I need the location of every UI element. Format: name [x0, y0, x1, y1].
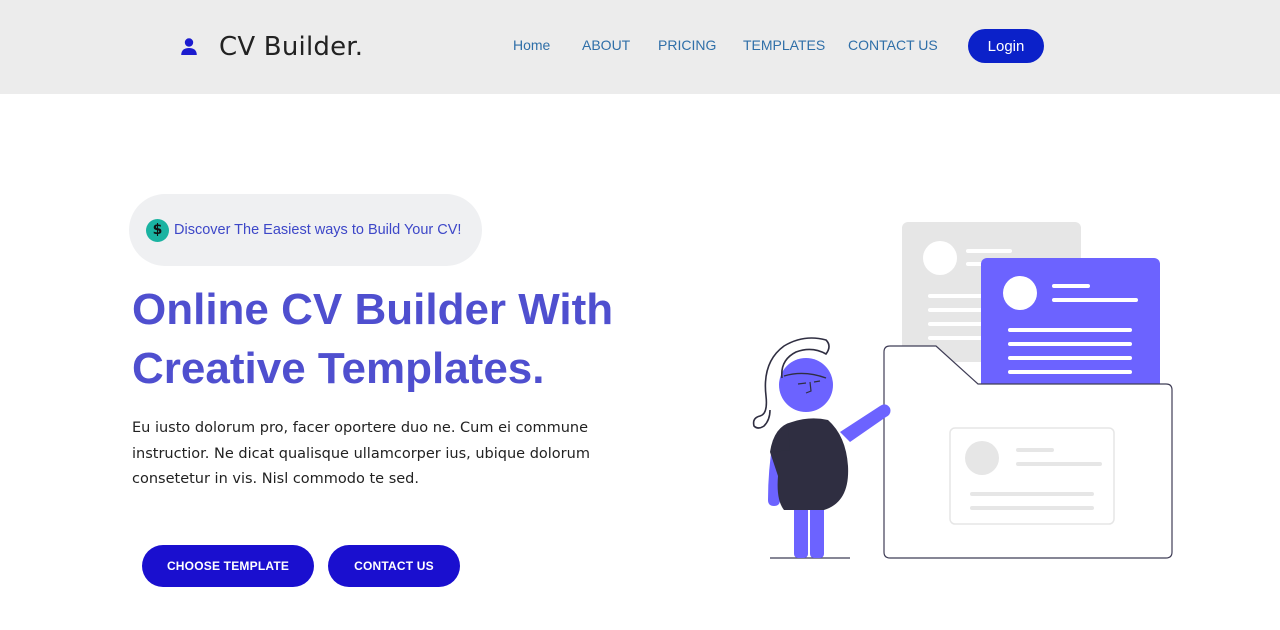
nav-about[interactable]: ABOUT	[582, 37, 630, 53]
brand-logo[interactable]: CV Builder.	[178, 30, 363, 64]
brand-name: CV Builder.	[219, 32, 364, 62]
person-figure	[752, 337, 891, 559]
hero-description: Eu iusto dolorum pro, facer oportere duo…	[132, 420, 590, 487]
top-navbar: CV Builder. Home ABOUT PRICING TEMPLATES…	[0, 0, 1280, 94]
nav-templates[interactable]: TEMPLATES	[743, 37, 825, 53]
nav-home[interactable]: Home	[513, 37, 550, 53]
nav-contact-us[interactable]: CONTACT US	[848, 37, 938, 53]
hero-title: Online CV Builder With Creative Template…	[132, 280, 672, 398]
hero-title-line-1: Online CV Builder With	[132, 285, 614, 334]
contact-us-button[interactable]: CONTACT US	[328, 545, 460, 587]
dollar-icon: $	[146, 218, 169, 242]
hero-illustration	[740, 200, 1200, 580]
discover-badge-text: Discover The Easiest ways to Build Your …	[174, 222, 462, 238]
nav-pricing[interactable]: PRICING	[658, 37, 716, 53]
discover-badge: $ Discover The Easiest ways to Build You…	[129, 194, 482, 266]
user-icon	[178, 36, 200, 58]
choose-template-button[interactable]: CHOOSE TEMPLATE	[142, 545, 314, 587]
hero-title-line-2: Creative Templates.	[132, 344, 545, 393]
login-button[interactable]: Login	[968, 29, 1044, 63]
